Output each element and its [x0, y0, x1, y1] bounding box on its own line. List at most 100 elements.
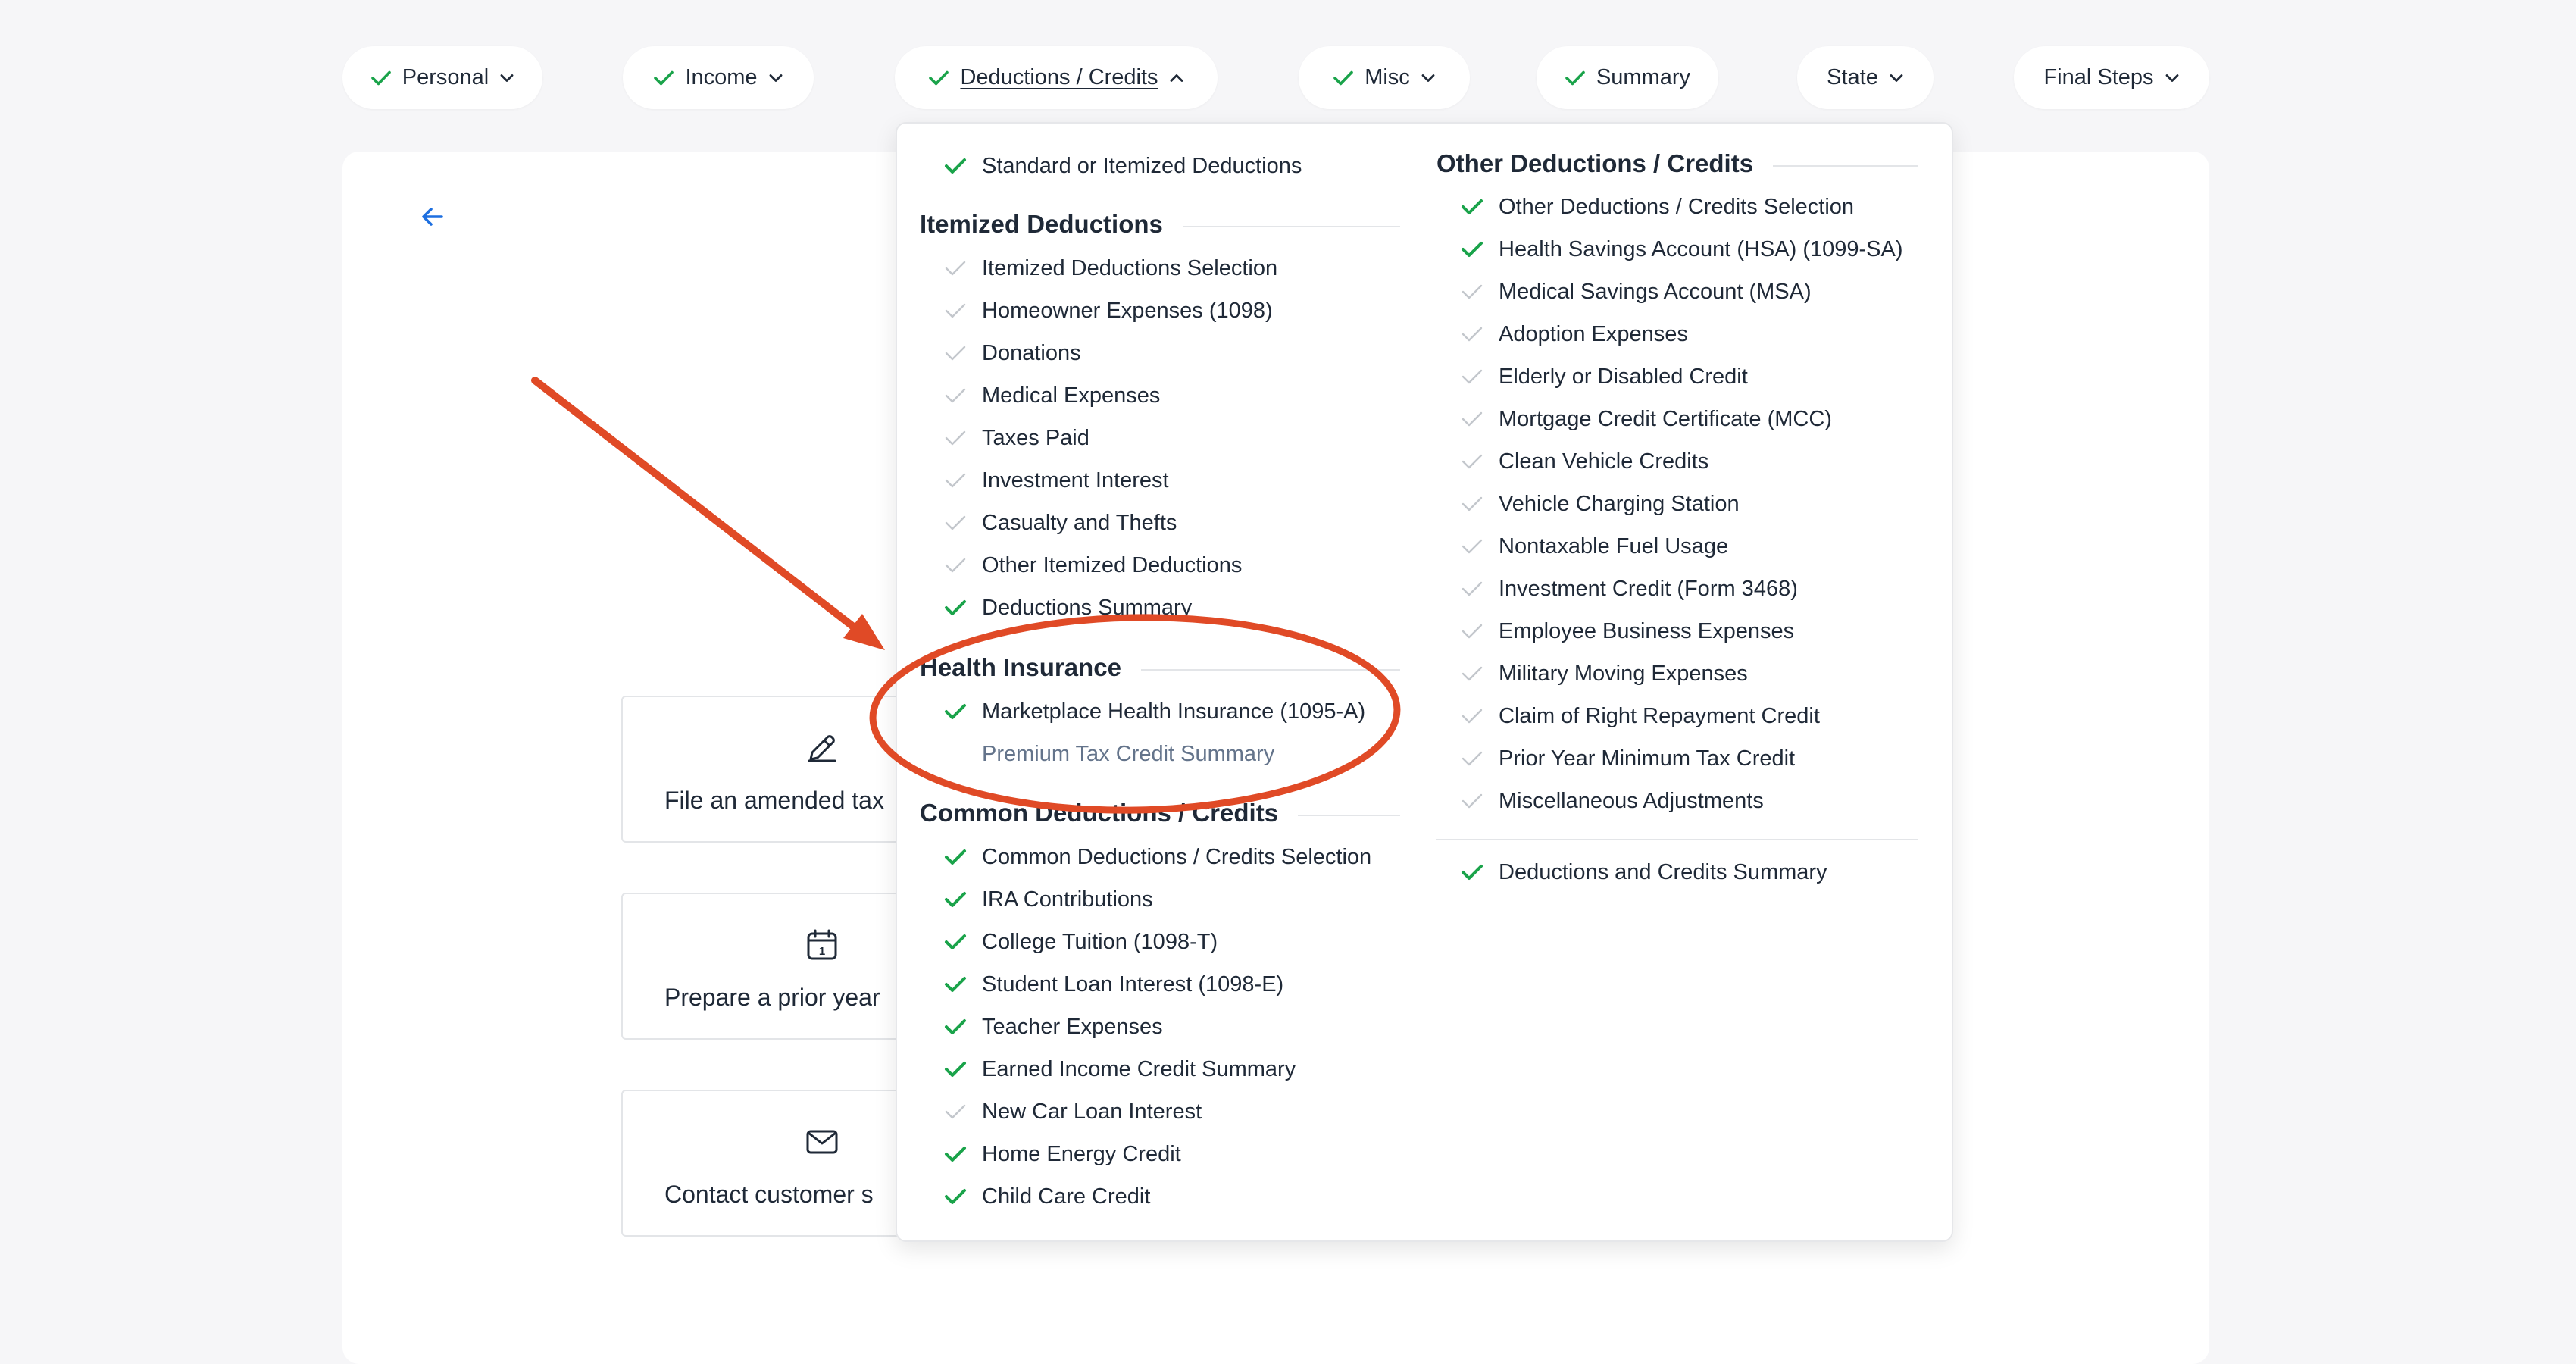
menu-item-label: Prior Year Minimum Tax Credit — [1499, 746, 1796, 771]
menu-item-hsa[interactable]: Health Savings Account (HSA) (1099-SA) — [1461, 234, 1903, 264]
menu-item-msa[interactable]: Medical Savings Account (MSA) — [1461, 277, 1812, 307]
menu-item-standard-or-itemized[interactable]: Standard or Itemized Deductions — [944, 151, 1302, 181]
check-icon — [944, 890, 967, 909]
menu-item-label: Standard or Itemized Deductions — [982, 153, 1302, 178]
menu-item-other-selection[interactable]: Other Deductions / Credits Selection — [1461, 192, 1854, 222]
pencil-icon — [805, 730, 839, 769]
menu-item-ira-contributions[interactable]: IRA Contributions — [944, 884, 1153, 915]
menu-item-label: Marketplace Health Insurance (1095-A) — [982, 699, 1366, 724]
deductions-credits-dropdown: Standard or Itemized Deductions Itemized… — [896, 122, 1953, 1242]
nav-tab-misc[interactable]: Misc — [1299, 46, 1470, 109]
menu-item-premium-tax-credit-summary[interactable]: Premium Tax Credit Summary — [944, 739, 1274, 769]
menu-item-clean-vehicle-credits[interactable]: Clean Vehicle Credits — [1461, 446, 1708, 477]
menu-item-label: Home Energy Credit — [982, 1141, 1181, 1166]
menu-item-medical-expenses[interactable]: Medical Expenses — [944, 380, 1160, 411]
menu-item-child-care-credit[interactable]: Child Care Credit — [944, 1181, 1150, 1212]
nav-tab-label: Personal — [402, 65, 489, 89]
check-outline-icon — [944, 556, 967, 574]
check-outline-icon — [1461, 707, 1483, 725]
nav-tab-state[interactable]: State — [1797, 46, 1934, 109]
menu-item-label: New Car Loan Interest — [982, 1099, 1202, 1124]
check-icon — [944, 599, 967, 617]
amend-return-card[interactable]: File an amended tax — [621, 696, 924, 843]
menu-item-label: Other Itemized Deductions — [982, 552, 1243, 577]
menu-item-itemized-selection[interactable]: Itemized Deductions Selection — [944, 253, 1277, 283]
menu-item-label: Student Loan Interest (1098-E) — [982, 971, 1284, 996]
chevron-down-icon — [2165, 73, 2180, 83]
menu-item-home-energy-credit[interactable]: Home Energy Credit — [944, 1139, 1181, 1169]
menu-item-teacher-expenses[interactable]: Teacher Expenses — [944, 1012, 1163, 1042]
menu-item-homeowner-expenses[interactable]: Homeowner Expenses (1098) — [944, 296, 1273, 326]
card-label: Contact customer s — [664, 1181, 874, 1208]
menu-item-deductions-credits-summary[interactable]: Deductions and Credits Summary — [1461, 857, 1827, 887]
menu-item-college-tuition[interactable]: College Tuition (1098-T) — [944, 927, 1218, 957]
menu-item-label: Earned Income Credit Summary — [982, 1056, 1296, 1081]
menu-item-label: Medical Expenses — [982, 383, 1161, 408]
nav-tab-label: Summary — [1596, 65, 1691, 89]
check-outline-icon — [1461, 665, 1483, 683]
menu-item-claim-of-right[interactable]: Claim of Right Repayment Credit — [1461, 701, 1820, 731]
nav-tab-label: Income — [685, 65, 758, 89]
check-outline-icon — [944, 471, 967, 490]
menu-item-donations[interactable]: Donations — [944, 338, 1081, 368]
menu-item-label: Common Deductions / Credits Selection — [982, 844, 1372, 869]
prior-year-card[interactable]: 1 Prepare a prior year — [621, 893, 924, 1040]
menu-item-marketplace-health-insurance[interactable]: Marketplace Health Insurance (1095-A) — [944, 696, 1365, 727]
menu-item-vehicle-charging-station[interactable]: Vehicle Charging Station — [1461, 489, 1740, 519]
menu-item-adoption-expenses[interactable]: Adoption Expenses — [1461, 319, 1688, 349]
nav-tab-summary[interactable]: Summary — [1537, 46, 1718, 109]
menu-item-investment-credit[interactable]: Investment Credit (Form 3468) — [1461, 574, 1798, 604]
check-icon — [944, 848, 967, 866]
chevron-up-icon — [1169, 73, 1184, 83]
menu-item-employee-business-expenses[interactable]: Employee Business Expenses — [1461, 616, 1794, 646]
menu-item-mcc[interactable]: Mortgage Credit Certificate (MCC) — [1461, 404, 1832, 434]
nav-tab-personal[interactable]: Personal — [342, 46, 542, 109]
card-label: File an amended tax — [664, 787, 884, 814]
arrow-left-icon[interactable] — [419, 203, 446, 234]
menu-item-elderly-disabled-credit[interactable]: Elderly or Disabled Credit — [1461, 361, 1748, 392]
check-icon — [944, 157, 967, 175]
menu-item-casualty-thefts[interactable]: Casualty and Thefts — [944, 508, 1177, 538]
section-title-common-deductions: Common Deductions / Credits — [920, 799, 1299, 827]
section-divider — [1436, 839, 1918, 840]
menu-item-label: Nontaxable Fuel Usage — [1499, 533, 1729, 558]
section-title-other-deductions: Other Deductions / Credits — [1436, 149, 1774, 178]
menu-item-investment-interest[interactable]: Investment Interest — [944, 465, 1169, 496]
menu-item-deductions-summary[interactable]: Deductions Summary — [944, 593, 1192, 623]
check-icon — [944, 1187, 967, 1206]
menu-item-taxes-paid[interactable]: Taxes Paid — [944, 423, 1089, 453]
check-icon — [944, 702, 967, 721]
menu-item-military-moving-expenses[interactable]: Military Moving Expenses — [1461, 659, 1748, 689]
mail-icon — [805, 1125, 839, 1163]
check-outline-icon — [1461, 495, 1483, 513]
chevron-down-icon — [1421, 73, 1436, 83]
check-icon — [1461, 240, 1483, 258]
menu-item-label: Elderly or Disabled Credit — [1499, 364, 1748, 389]
nav-tab-deductions-credits[interactable]: Deductions / Credits — [895, 46, 1218, 109]
menu-item-common-selection[interactable]: Common Deductions / Credits Selection — [944, 842, 1371, 872]
section-title-itemized-deductions: Itemized Deductions — [920, 210, 1183, 239]
menu-item-student-loan-interest[interactable]: Student Loan Interest (1098-E) — [944, 969, 1283, 1000]
check-outline-icon — [1461, 749, 1483, 768]
menu-item-label: Deductions Summary — [982, 595, 1193, 620]
check-icon — [1461, 198, 1483, 216]
contact-support-card[interactable]: Contact customer s — [621, 1090, 924, 1237]
nav-tab-income[interactable]: Income — [623, 46, 814, 109]
menu-item-misc-adjustments[interactable]: Miscellaneous Adjustments — [1461, 786, 1764, 816]
menu-item-new-car-loan-interest[interactable]: New Car Loan Interest — [944, 1097, 1202, 1127]
card-label: Prepare a prior year — [664, 984, 880, 1011]
menu-item-earned-income-credit[interactable]: Earned Income Credit Summary — [944, 1054, 1296, 1084]
nav-tab-final-steps[interactable]: Final Steps — [2014, 46, 2209, 109]
menu-item-other-itemized[interactable]: Other Itemized Deductions — [944, 550, 1242, 580]
menu-item-label: Vehicle Charging Station — [1499, 491, 1740, 516]
menu-item-label: Premium Tax Credit Summary — [982, 741, 1275, 766]
menu-item-nontaxable-fuel-usage[interactable]: Nontaxable Fuel Usage — [1461, 531, 1728, 562]
menu-item-label: Taxes Paid — [982, 425, 1089, 450]
calendar-icon: 1 — [805, 928, 839, 966]
menu-item-prior-year-min-tax-credit[interactable]: Prior Year Minimum Tax Credit — [1461, 743, 1795, 774]
check-outline-icon — [944, 514, 967, 532]
chevron-down-icon — [768, 73, 783, 83]
check-icon — [944, 1145, 967, 1163]
nav-tab-label: State — [1827, 65, 1878, 89]
menu-item-label: Casualty and Thefts — [982, 510, 1177, 535]
